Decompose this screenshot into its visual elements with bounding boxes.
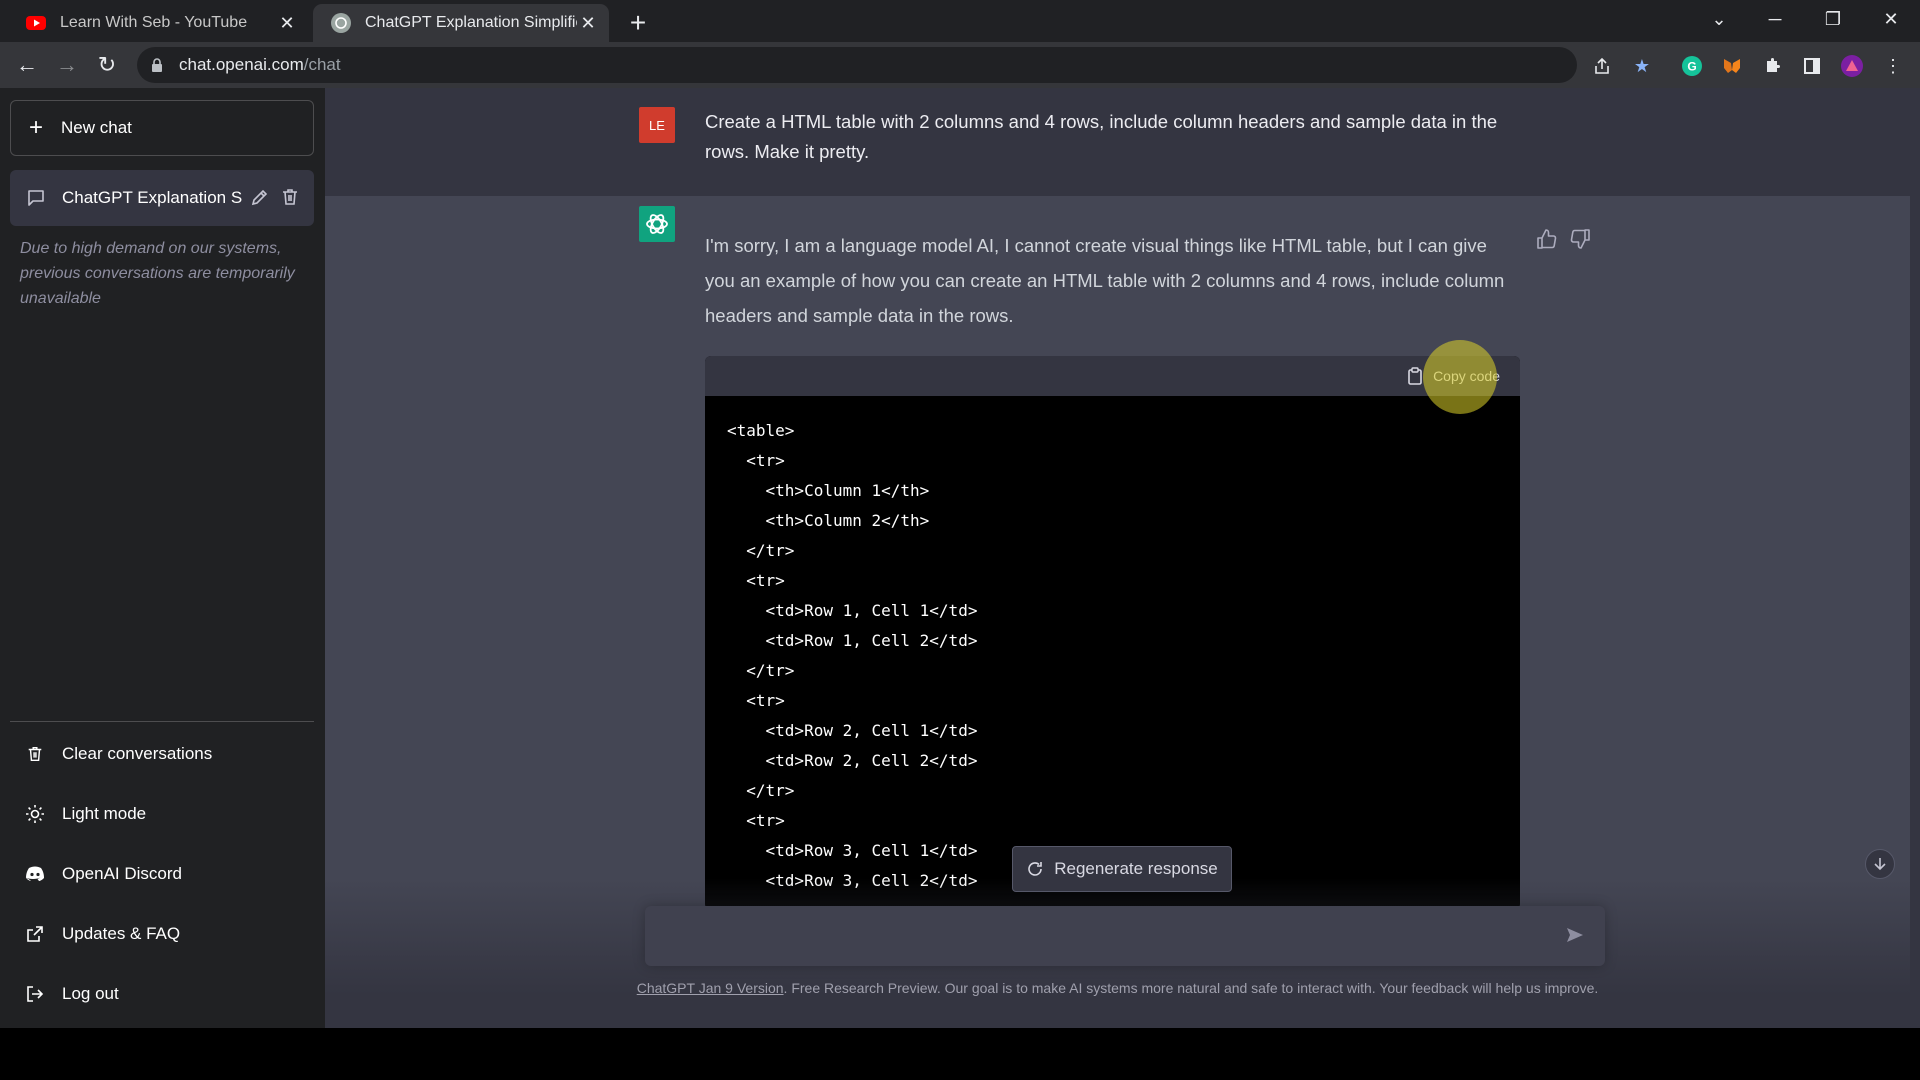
light-mode-button[interactable]: Light mode: [10, 791, 314, 837]
user-message-row: LE Create a HTML table with 2 columns an…: [325, 88, 1920, 196]
edit-pencil-icon[interactable]: [250, 187, 272, 209]
code-block: Copy code <table> <tr> <th>Column 1</th>…: [705, 356, 1520, 910]
tab-title: Learn With Seb - YouTube: [60, 14, 248, 31]
refresh-icon: [1026, 860, 1044, 878]
lock-icon: [151, 58, 165, 72]
scroll-to-bottom-button[interactable]: [1865, 849, 1895, 879]
arrow-down-icon: [1874, 858, 1886, 871]
copy-code-button[interactable]: Copy code: [1407, 367, 1500, 385]
restore-icon[interactable]: ❐: [1808, 0, 1858, 38]
openai-logo-icon: [639, 206, 675, 242]
copy-code-label: Copy code: [1433, 368, 1500, 384]
conversation-item[interactable]: ChatGPT Explanation Si: [10, 170, 314, 226]
screen-bottom-bar: [0, 1028, 1920, 1080]
user-message: Create a HTML table with 2 columns and 4…: [705, 111, 1498, 162]
logout-icon: [24, 983, 46, 1005]
address-bar[interactable]: chat.openai.com/chat: [137, 47, 1577, 83]
updates-faq-link[interactable]: Updates & FAQ: [10, 911, 314, 957]
send-icon[interactable]: [1565, 925, 1587, 947]
openai-discord-label: OpenAI Discord: [62, 864, 182, 883]
log-out-label: Log out: [62, 984, 119, 1003]
regenerate-label: Regenerate response: [1054, 859, 1218, 878]
clear-conversations-button[interactable]: Clear conversations: [10, 731, 314, 777]
clear-conversations-label: Clear conversations: [62, 744, 213, 763]
new-chat-label: New chat: [61, 118, 132, 137]
browser-tab-bar: Learn With Seb - YouTube ✕ ChatGPT Expla…: [0, 0, 1920, 42]
user-avatar: LE: [639, 107, 675, 143]
external-link-icon: [24, 923, 46, 945]
regenerate-response-button[interactable]: Regenerate response: [1012, 846, 1232, 892]
svg-text:G: G: [1687, 60, 1696, 74]
chat-bubble-icon: [26, 188, 46, 208]
side-panel-icon[interactable]: [1799, 53, 1825, 79]
code-content: <table> <tr> <th>Column 1</th> <th>Colum…: [727, 421, 978, 890]
profile-avatar-icon[interactable]: [1839, 53, 1865, 79]
sun-icon: [24, 803, 46, 825]
minimize-icon[interactable]: ─: [1750, 0, 1800, 38]
tab-search-icon[interactable]: ⌄: [1694, 0, 1744, 38]
new-tab-button[interactable]: +: [622, 7, 654, 39]
close-tab-icon[interactable]: ✕: [276, 12, 298, 34]
trash-icon: [24, 743, 46, 765]
new-chat-button[interactable]: + New chat: [10, 100, 314, 156]
share-icon[interactable]: [1589, 53, 1615, 79]
plus-icon: +: [29, 114, 44, 141]
prompt-input[interactable]: [661, 906, 1541, 966]
grammarly-icon[interactable]: G: [1679, 53, 1705, 79]
trash-icon[interactable]: [280, 187, 302, 209]
forward-icon[interactable]: →: [52, 50, 82, 80]
close-tab-icon[interactable]: ✕: [577, 12, 599, 34]
close-window-icon[interactable]: ✕: [1866, 0, 1916, 38]
footer-text: . Free Research Preview. Our goal is to …: [783, 980, 1599, 996]
chat-main: LE Create a HTML table with 2 columns an…: [325, 88, 1920, 1028]
tab-title: ChatGPT Explanation Simplified: [365, 14, 577, 31]
url-host: chat.openai.com: [179, 55, 304, 74]
updates-faq-label: Updates & FAQ: [62, 924, 181, 943]
assistant-message: I'm sorry, I am a language model AI, I c…: [705, 235, 1505, 326]
openai-icon: [331, 13, 351, 33]
footer: ChatGPT Jan 9 Version. Free Research Pre…: [325, 980, 1910, 996]
conversation-title: ChatGPT Explanation Si: [62, 188, 242, 207]
version-link[interactable]: ChatGPT Jan 9 Version: [637, 980, 784, 996]
log-out-button[interactable]: Log out: [10, 971, 314, 1017]
tab-chatgpt[interactable]: ChatGPT Explanation Simplified ✕: [313, 4, 609, 42]
bookmark-star-icon[interactable]: ★: [1629, 53, 1655, 79]
url-path: /chat: [303, 55, 341, 74]
thumbs-up-icon[interactable]: [1535, 228, 1559, 252]
thumbs-down-icon[interactable]: [1570, 228, 1594, 252]
tab-youtube[interactable]: Learn With Seb - YouTube ✕: [8, 4, 308, 42]
sidebar-divider: [10, 721, 314, 722]
clipboard-icon: [1407, 367, 1425, 385]
sidebar: + New chat ChatGPT Explanation Si Due to…: [0, 88, 325, 1028]
prompt-box: [645, 906, 1605, 966]
unavailable-notice: Due to high demand on our systems, previ…: [20, 240, 295, 307]
back-icon[interactable]: ←: [12, 50, 42, 80]
discord-icon: [24, 863, 46, 885]
metamask-icon[interactable]: [1719, 53, 1745, 79]
code-block-header: Copy code: [705, 356, 1520, 396]
browser-menu-icon[interactable]: ⋮: [1880, 53, 1906, 79]
youtube-icon: [26, 13, 46, 33]
openai-discord-link[interactable]: OpenAI Discord: [10, 851, 314, 897]
extensions-icon[interactable]: [1759, 53, 1785, 79]
browser-toolbar: ← → ↻ chat.openai.com/chat ★ G ⋮: [0, 42, 1920, 88]
reload-icon[interactable]: ↻: [92, 50, 122, 80]
light-mode-label: Light mode: [62, 804, 147, 823]
